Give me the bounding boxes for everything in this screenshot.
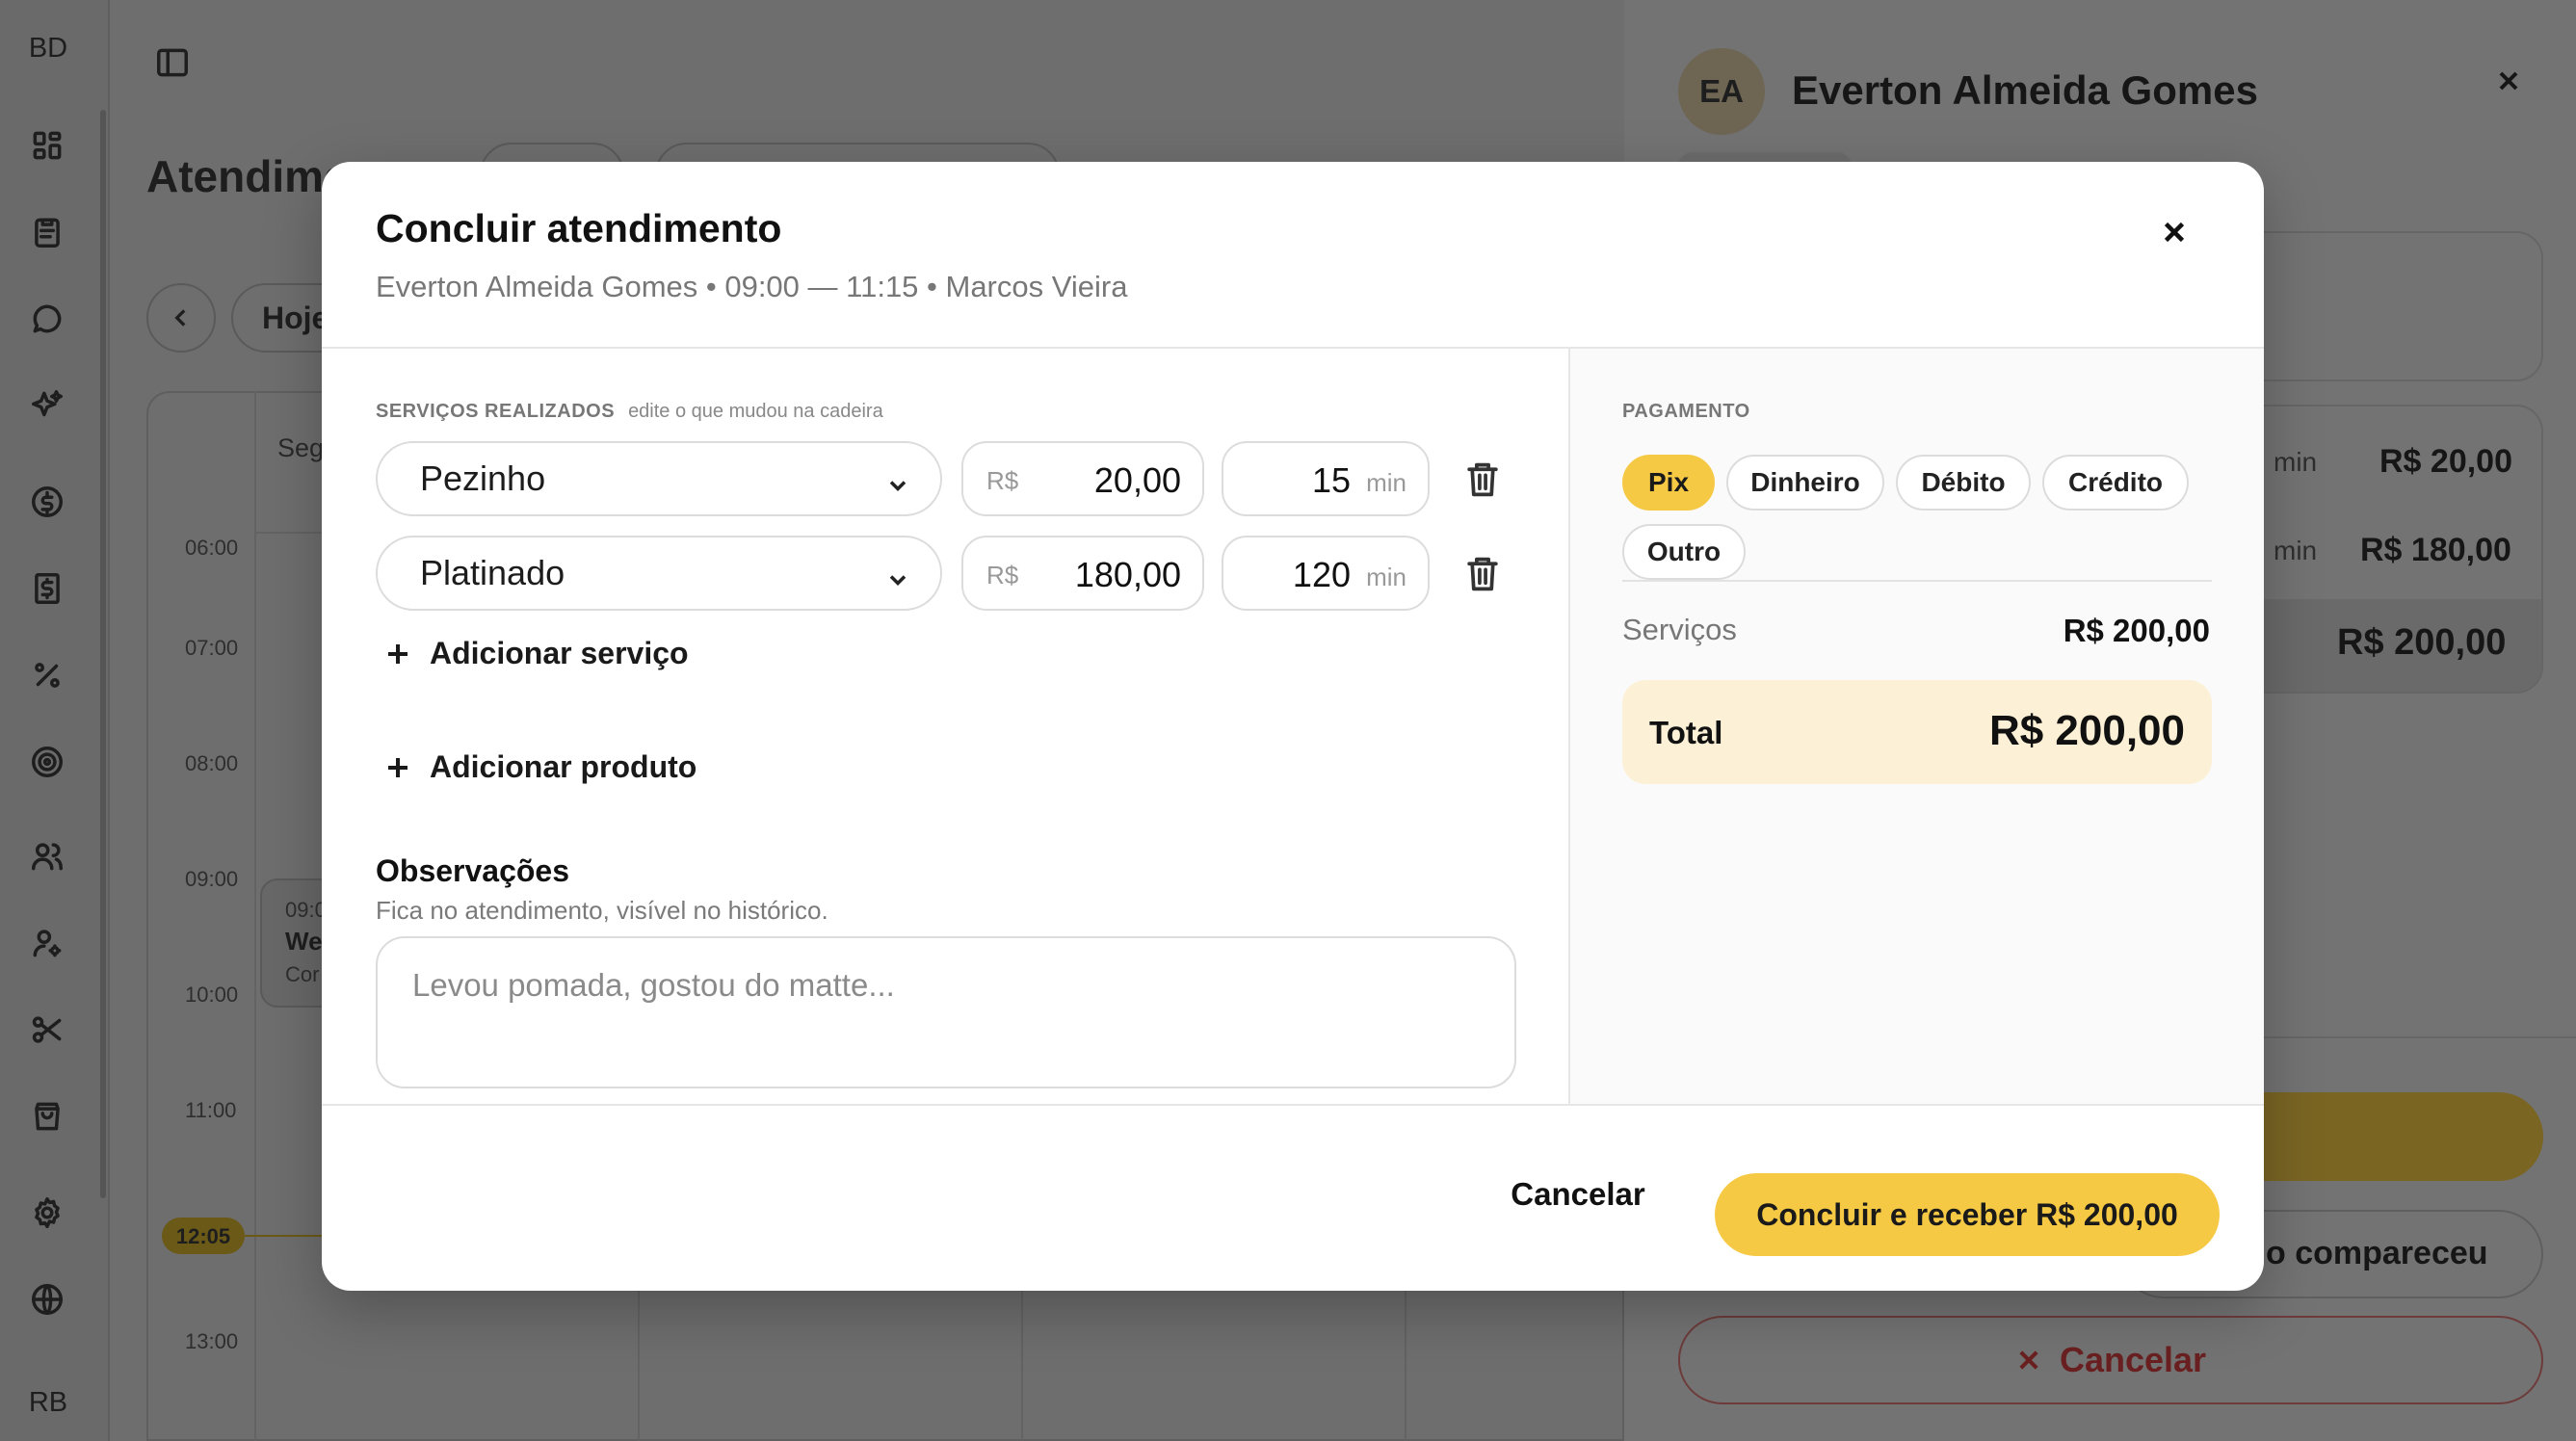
no-show-label: o compareceu xyxy=(2266,1235,2488,1271)
currency-prefix: R$ xyxy=(986,466,1019,495)
gear-icon[interactable] xyxy=(29,1194,66,1231)
drawer-row-min: min xyxy=(2274,536,2318,565)
chevron-down-icon xyxy=(884,467,911,494)
drawer-total-price: R$ 200,00 xyxy=(2337,622,2507,663)
service-duration-field[interactable]: 120 min xyxy=(1222,536,1430,611)
payment-section-label: PAGAMENTO xyxy=(1622,401,1750,422)
dollar-circle-icon[interactable] xyxy=(29,484,66,520)
chevron-left-icon xyxy=(174,309,186,327)
plus-icon xyxy=(388,757,407,777)
drawer-close-icon[interactable] xyxy=(2493,66,2524,96)
subtotal-value: R$ 200,00 xyxy=(2063,613,2210,648)
payment-option-outro[interactable]: Outro xyxy=(1622,524,1746,580)
services-panel: SERVIÇOS REALIZADOS edite o que mudou na … xyxy=(322,349,1568,1104)
service-price-value: 20,00 xyxy=(1093,460,1181,500)
payment-option-dinheiro[interactable]: Dinheiro xyxy=(1726,455,1884,511)
close-icon xyxy=(2019,1350,2038,1370)
user-settings-icon[interactable] xyxy=(29,925,66,961)
users-icon[interactable] xyxy=(29,838,66,875)
service-name: Pezinho xyxy=(420,458,546,498)
complete-appointment-modal: Concluir atendimento Everton Almeida Gom… xyxy=(322,162,2264,1291)
subtotal-label: Serviços xyxy=(1622,613,1737,646)
hour-label: 07:00 xyxy=(185,636,239,660)
hour-label: 06:00 xyxy=(185,536,239,560)
add-service-button[interactable]: Adicionar serviço xyxy=(383,636,689,671)
service-name: Platinado xyxy=(420,553,565,592)
notes-label: Observações xyxy=(376,853,570,888)
hour-label: 09:00 xyxy=(185,867,239,891)
plus-icon xyxy=(388,643,407,664)
workspace-initials[interactable]: BD xyxy=(0,33,96,65)
day-header: Seg xyxy=(277,433,325,462)
duration-unit: min xyxy=(1366,468,1406,497)
chevron-down-icon xyxy=(884,562,911,589)
payment-panel: PAGAMENTO Pix Dinheiro Débito Crédito Ou… xyxy=(1568,349,2264,1104)
trash-icon[interactable] xyxy=(1464,460,1501,499)
sidebar-toggle-icon[interactable] xyxy=(154,44,191,81)
calendar-divider xyxy=(254,391,256,1441)
services-label: SERVIÇOS REALIZADOS xyxy=(376,401,616,422)
hour-label: 13:00 xyxy=(185,1329,239,1353)
service-price-field[interactable]: R$ 20,00 xyxy=(961,441,1204,516)
add-product-button[interactable]: Adicionar produto xyxy=(383,749,697,785)
service-price-field[interactable]: R$ 180,00 xyxy=(961,536,1204,611)
rail-scrollbar[interactable] xyxy=(100,110,106,1198)
service-duration-value: 120 xyxy=(1292,555,1351,594)
page-title: Atendime xyxy=(146,151,349,201)
modal-close-icon[interactable] xyxy=(2158,216,2191,249)
scissors-icon[interactable] xyxy=(29,1011,66,1048)
avatar: EA xyxy=(1678,48,1765,135)
drawer-cancel-label: Cancelar xyxy=(2059,1340,2207,1379)
currency-prefix: R$ xyxy=(986,561,1019,590)
drawer-primary-button[interactable] xyxy=(2216,1092,2543,1181)
notes-textarea[interactable] xyxy=(376,936,1516,1088)
drawer-cancel-button[interactable]: Cancelar xyxy=(1678,1316,2543,1404)
service-select[interactable]: Pezinho xyxy=(376,441,942,516)
chat-icon[interactable] xyxy=(29,301,66,337)
service-duration-field[interactable]: 15 min xyxy=(1222,441,1430,516)
globe-icon[interactable] xyxy=(29,1281,66,1318)
service-select[interactable]: Platinado xyxy=(376,536,942,611)
hour-label: 08:00 xyxy=(185,751,239,775)
total-value: R$ 200,00 xyxy=(1988,707,2185,754)
services-hint: edite o que mudou na cadeira xyxy=(628,401,883,422)
hour-label: 11:00 xyxy=(185,1098,237,1122)
target-icon[interactable] xyxy=(29,744,66,780)
percent-icon[interactable] xyxy=(29,657,66,694)
drawer-row-min: min xyxy=(2274,447,2318,477)
drawer-row-price: R$ 180,00 xyxy=(2360,532,2511,568)
drawer-row-price: R$ 20,00 xyxy=(2379,443,2512,480)
service-duration-value: 15 xyxy=(1311,460,1351,500)
payment-option-credito[interactable]: Crédito xyxy=(2042,455,2189,511)
dollar-receipt-icon[interactable] xyxy=(29,570,66,607)
dashboard-icon[interactable] xyxy=(29,127,66,164)
payment-option-debito[interactable]: Débito xyxy=(1896,455,2031,511)
shopping-bag-icon[interactable] xyxy=(29,1098,66,1135)
service-price-value: 180,00 xyxy=(1074,555,1181,594)
prev-week-button[interactable] xyxy=(146,283,216,353)
trash-icon[interactable] xyxy=(1464,555,1501,593)
add-service-label: Adicionar serviço xyxy=(430,636,689,670)
notes-hint: Fica no atendimento, visível no históric… xyxy=(376,896,828,925)
payment-option-pix[interactable]: Pix xyxy=(1622,455,1715,511)
user-initials[interactable]: RB xyxy=(0,1387,96,1419)
nav-rail: BD RB xyxy=(0,0,110,1441)
add-product-label: Adicionar produto xyxy=(430,749,697,784)
modal-subtitle: Everton Almeida Gomes • 09:00 — 11:15 • … xyxy=(376,270,1128,303)
sparkles-icon[interactable] xyxy=(29,387,66,424)
modal-footer-divider xyxy=(322,1104,2264,1106)
total-label: Total xyxy=(1649,715,1723,750)
duration-unit: min xyxy=(1366,563,1406,591)
total-box: Total R$ 200,00 xyxy=(1622,680,2212,784)
payment-divider xyxy=(1622,580,2212,582)
drawer-client-name: Everton Almeida Gomes xyxy=(1792,67,2258,113)
clipboard-icon[interactable] xyxy=(29,214,66,250)
confirm-and-receive-button[interactable]: Concluir e receber R$ 200,00 xyxy=(1715,1173,2220,1256)
hour-label: 10:00 xyxy=(185,982,239,1007)
services-section-label: SERVIÇOS REALIZADOS edite o que mudou na … xyxy=(376,401,883,423)
current-time-badge: 12:05 xyxy=(162,1218,245,1254)
modal-title: Concluir atendimento xyxy=(376,206,782,250)
cancel-button[interactable]: Cancelar xyxy=(1459,1160,1697,1229)
